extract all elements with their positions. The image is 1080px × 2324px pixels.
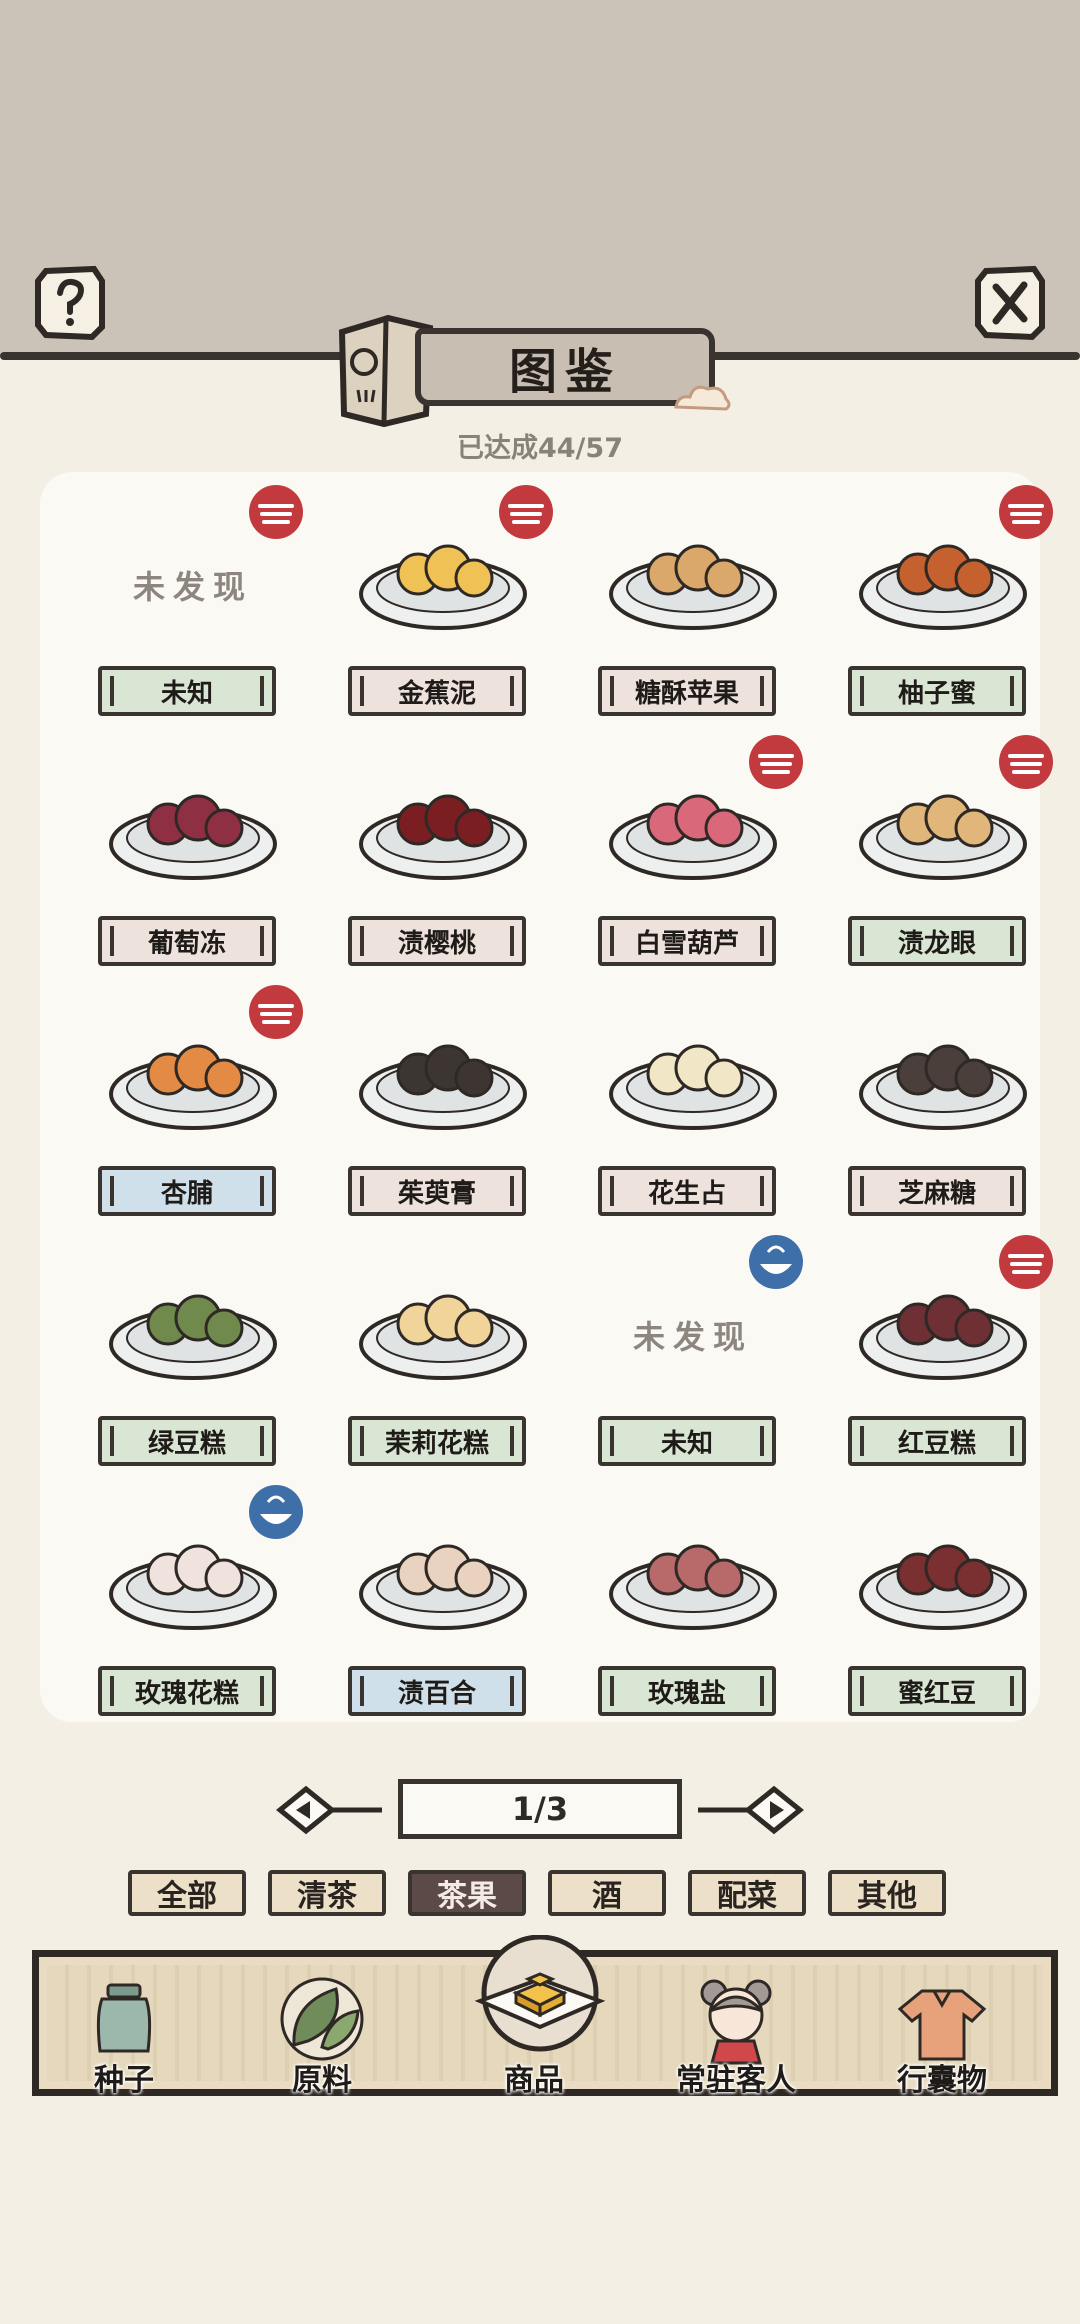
catalog-item[interactable]: 未发现未知	[568, 1235, 818, 1492]
item-name-tag: 茉莉花糕	[348, 1416, 526, 1466]
filter-tea-snacks[interactable]: 茶果	[408, 1870, 526, 1916]
question-icon	[35, 265, 105, 341]
category-filters: 全部 清茶 茶果酒配菜 其他	[0, 1870, 1080, 1920]
catalog-item[interactable]: 绿豆糕	[68, 1242, 318, 1492]
ribbon-badge-icon	[499, 485, 553, 539]
girl-avatar-icon	[700, 1979, 772, 2065]
ribbon-badge-icon	[249, 485, 303, 539]
catalog-card: 未发现 未知 金蕉泥 糖酥苹果 柚子蜜 葡萄冻 渍樱桃 白雪葫芦 渍龙眼 杏脯 茱萸膏 花生占 芝麻糖绿…	[40, 472, 1053, 1722]
close-button[interactable]	[972, 265, 1048, 341]
catalog-item[interactable]: 渍百合	[318, 1492, 568, 1742]
ribbon-badge-icon	[999, 1235, 1053, 1289]
tea-leaf-icon	[280, 1977, 364, 2061]
item-name-tag: 杏脯	[98, 1166, 276, 1216]
undiscovered-text: 未发现	[632, 1318, 753, 1356]
food-illustration-icon	[609, 1544, 777, 1630]
item-name-tag: 红豆糕	[848, 1416, 1026, 1466]
item-name-tag: 柚子蜜	[848, 666, 1026, 716]
item-name-tag: 未知	[598, 1416, 776, 1466]
nav-label: 种子	[94, 2063, 154, 2098]
item-name-tag: 花生占	[598, 1166, 776, 1216]
catalog-item[interactable]: 花生占	[568, 992, 818, 1242]
food-illustration-icon	[609, 544, 777, 630]
nav-label: 商品	[504, 2063, 564, 2098]
food-illustration-icon	[359, 794, 527, 880]
food-illustration-icon	[109, 794, 277, 880]
catalog-item[interactable]: 未发现未知	[68, 485, 318, 742]
food-illustration-icon	[109, 1294, 277, 1380]
catalog-item[interactable]: 玫瑰花糕	[68, 1485, 318, 1742]
filter-other[interactable]: 其他	[828, 1870, 946, 1916]
food-illustration-icon	[359, 1044, 527, 1130]
catalog-item[interactable]: 糖酥苹果	[568, 492, 818, 742]
food-illustration-icon	[859, 1044, 1027, 1130]
catalog-item[interactable]: 柚子蜜	[818, 485, 1068, 742]
catalog-item[interactable]: 渍樱桃	[318, 742, 568, 992]
seed-jar-icon	[96, 1983, 152, 2053]
item-name-tag: 白雪葫芦	[598, 916, 776, 966]
filter-wine[interactable]: 酒	[548, 1870, 666, 1916]
catalog-item[interactable]: 杏脯	[68, 985, 318, 1242]
catalog-item[interactable]: 蜜红豆	[818, 1492, 1068, 1742]
catalog-item[interactable]: 玫瑰盐	[568, 1492, 818, 1742]
nav-guests[interactable]: 常驻客人	[651, 1957, 821, 2098]
item-name-tag: 绿豆糕	[98, 1416, 276, 1466]
nav-bag[interactable]: 行囊物	[857, 1957, 1027, 2098]
undiscovered-text: 未发现	[132, 568, 253, 606]
catalog-item[interactable]: 渍龙眼	[818, 735, 1068, 992]
catalog-item[interactable]: 金蕉泥	[318, 485, 568, 742]
item-name-tag: 蜜红豆	[848, 1666, 1026, 1716]
item-name-tag: 糖酥苹果	[598, 666, 776, 716]
ribbon-badge-icon	[999, 735, 1053, 789]
catalog-item[interactable]: 茱萸膏	[318, 992, 568, 1242]
page-title: 图鉴	[508, 344, 621, 400]
bowl-badge-icon	[249, 1485, 303, 1539]
item-name-tag: 葡萄冻	[98, 916, 276, 966]
nav-seeds[interactable]: 种子	[39, 1957, 209, 2098]
catalog-item[interactable]: 白雪葫芦	[568, 735, 818, 992]
food-illustration-icon	[359, 1544, 527, 1630]
catalog-item[interactable]: 红豆糕	[818, 1235, 1068, 1492]
arrow-left-icon[interactable]	[276, 1783, 386, 1837]
collection-progress: 已达成44/57	[456, 433, 623, 464]
page-number: 1/3	[511, 1790, 569, 1828]
ribbon-badge-icon	[749, 735, 803, 789]
item-name-tag: 未知	[98, 666, 276, 716]
filter-side-dish[interactable]: 配菜	[688, 1870, 806, 1916]
nav-label: 常驻客人	[676, 2063, 796, 2098]
item-name-tag: 渍樱桃	[348, 916, 526, 966]
item-name-tag: 渍百合	[348, 1666, 526, 1716]
robe-icon	[897, 1989, 987, 2061]
filter-all[interactable]: 全部	[128, 1870, 246, 1916]
filter-tea[interactable]: 清茶	[268, 1870, 386, 1916]
item-name-tag: 金蕉泥	[348, 666, 526, 716]
catalog-item[interactable]: 茉莉花糕	[318, 1242, 568, 1492]
item-name-tag: 渍龙眼	[848, 916, 1026, 966]
cloud-ornament-icon	[674, 385, 731, 411]
nav-label: 行囊物	[897, 2063, 987, 2098]
item-name-tag: 茱萸膏	[348, 1166, 526, 1216]
nav-label: 原料	[292, 2063, 352, 2098]
arrow-right-icon[interactable]	[694, 1783, 804, 1837]
food-illustration-icon	[359, 1294, 527, 1380]
pastry-plate-icon[interactable]	[470, 1935, 610, 2055]
item-name-tag: 芝麻糖	[848, 1166, 1026, 1216]
close-icon	[975, 265, 1045, 341]
page-indicator: 1/3	[398, 1779, 682, 1839]
item-name-tag: 玫瑰盐	[598, 1666, 776, 1716]
catalog-item[interactable]: 葡萄冻	[68, 742, 318, 992]
title-banner: 图鉴	[330, 300, 740, 430]
help-button[interactable]	[32, 265, 108, 341]
ribbon-badge-icon	[999, 485, 1053, 539]
nav-ingredients[interactable]: 原料	[237, 1957, 407, 2098]
ribbon-badge-icon	[249, 985, 303, 1039]
food-illustration-icon	[859, 1544, 1027, 1630]
bowl-badge-icon	[749, 1235, 803, 1289]
food-illustration-icon	[609, 1044, 777, 1130]
catalog-item[interactable]: 芝麻糖	[818, 992, 1068, 1242]
pager: 1/3	[0, 1775, 1080, 1845]
item-name-tag: 玫瑰花糕	[98, 1666, 276, 1716]
